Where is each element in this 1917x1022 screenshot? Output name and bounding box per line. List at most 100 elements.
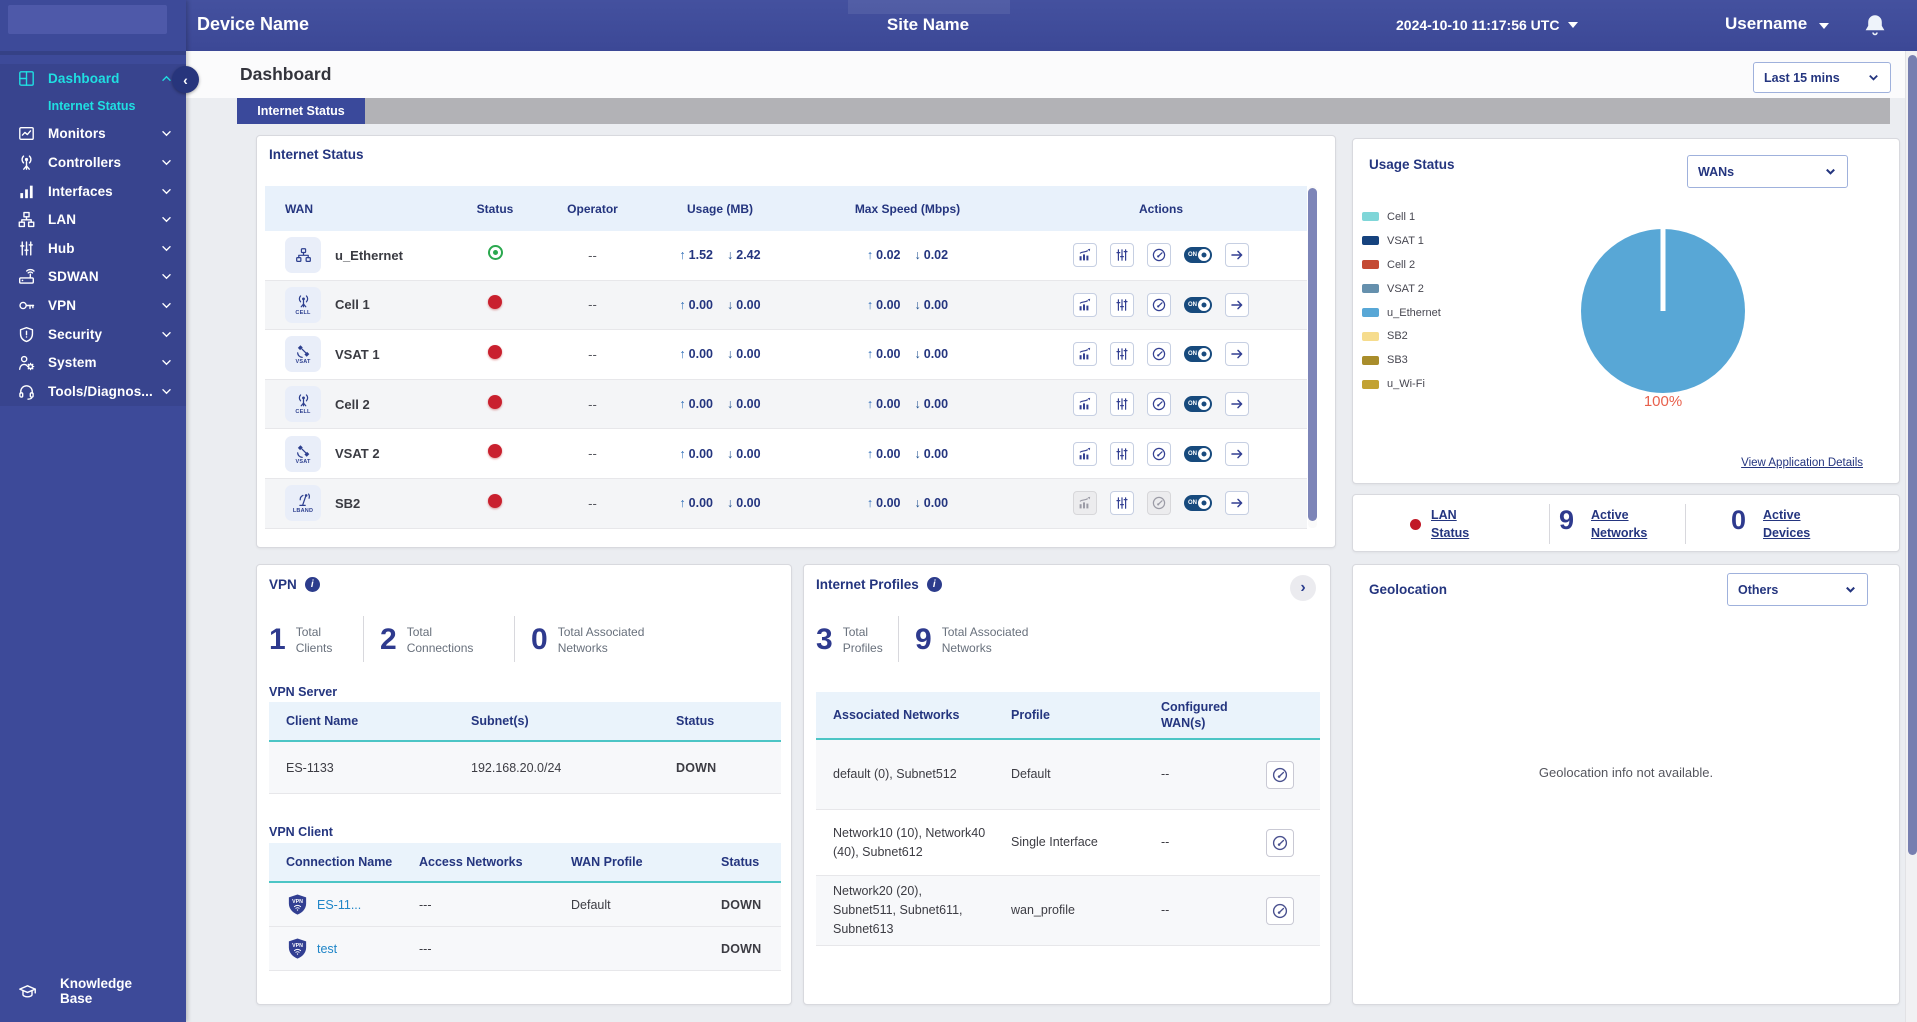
usage-scope-select[interactable]: WANs [1687,155,1848,188]
details-arrow-button[interactable] [1225,441,1249,466]
speed-test-button[interactable] [1147,392,1171,417]
page-scrollbar-thumb[interactable] [1907,55,1917,855]
speed-test-button[interactable] [1266,896,1294,925]
geolocation-scope-select[interactable]: Others [1727,573,1868,606]
usage-chart-button[interactable] [1073,441,1097,466]
speed-test-button[interactable] [1147,292,1171,317]
profile-link[interactable]: Default [994,765,1144,784]
profile-link[interactable]: Single Interface [994,833,1144,852]
usage-chart-button[interactable] [1073,392,1097,417]
expand-panel-button[interactable]: › [1290,575,1316,601]
speed-test-button[interactable] [1147,491,1171,516]
sidebar-item-lan[interactable]: LAN [0,205,186,234]
up-arrow-icon: ↑ [679,297,686,312]
sidebar-item-controllers[interactable]: Controllers [0,148,186,177]
details-arrow-button[interactable] [1225,491,1249,516]
usage-chart-button[interactable] [1073,491,1097,516]
wan-name: VSAT 1 [335,346,380,362]
sidebar-item-vpn[interactable]: VPN [0,291,186,320]
operator-value: -- [588,446,597,462]
speed-test-button[interactable] [1147,441,1171,466]
sidebar-subitem-internet-status[interactable]: Internet Status [0,93,186,120]
configure-button[interactable] [1110,392,1134,417]
lan-status-link[interactable]: LAN Status [1431,506,1469,542]
speed-test-button[interactable] [1266,828,1294,857]
view-application-details-link[interactable]: View Application Details [1741,457,1863,469]
details-arrow-button[interactable] [1225,292,1249,317]
wan-enable-toggle[interactable]: ON [1184,296,1212,313]
wan-enable-toggle[interactable]: ON [1184,346,1212,363]
sidebar-item-security[interactable]: Security [0,320,186,349]
vpn-client-row: VPN test --- DOWN [269,927,781,971]
connection-name-link[interactable]: test [317,942,337,956]
status-down-icon [488,344,502,359]
down-arrow-icon: ↓ [727,297,734,312]
vpn-stats: 1 Total Clients 2 Total Connections 0 To… [269,610,644,668]
associated-networks-value: Network10 (10), Network40 (40), Subnet61… [833,825,986,859]
sidebar-item-dashboard[interactable]: Dashboard [0,64,186,93]
configure-button[interactable] [1110,491,1134,516]
sidebar-item-monitors[interactable]: Monitors [0,120,186,149]
table-scrollbar[interactable] [1308,186,1317,528]
page-title: Dashboard [240,64,332,84]
chevron-down-icon [162,188,171,194]
vpn-client-name-link[interactable]: ES-1133 [269,761,454,775]
page-scrollbar[interactable] [1905,51,1917,1022]
sidebar-item-knowledge-base[interactable]: Knowledge Base [0,976,186,1006]
wan-enable-toggle[interactable]: ON [1184,396,1212,413]
down-arrow-icon: ↓ [914,496,921,511]
notifications-bell-icon[interactable] [1864,13,1886,37]
down-arrow-icon: ↓ [914,347,921,362]
configure-button[interactable] [1110,243,1134,268]
info-icon[interactable]: i [926,577,942,592]
info-icon[interactable]: i [304,577,320,592]
configure-button[interactable] [1110,292,1134,317]
details-arrow-button[interactable] [1225,342,1249,367]
connection-name-link[interactable]: ES-11... [317,898,361,912]
details-arrow-button[interactable] [1225,392,1249,417]
table-scrollbar-thumb[interactable] [1308,188,1317,521]
wan-enable-toggle[interactable]: ON [1184,495,1212,512]
chevron-down-icon [1869,74,1878,81]
timestamp-dropdown[interactable]: 2024-10-10 11:17:56 UTC [1396,17,1579,33]
wan-enable-toggle[interactable]: ON [1184,445,1212,462]
sidebar-item-hub[interactable]: Hub [0,234,186,263]
tab-internet-status[interactable]: Internet Status [237,98,365,124]
configure-button[interactable] [1110,342,1134,367]
column-header: Usage (MB) [686,201,753,216]
knowledge-base-label: Knowledge Base [60,976,133,1006]
profile-link[interactable]: wan_profile [994,901,1144,920]
stat-total-clients: 1 Total Clients [269,623,333,657]
security-icon [18,326,35,343]
active-devices-link[interactable]: Active Devices [1763,506,1810,542]
heading-row: Dashboard Last 15 mins [186,51,1905,98]
tab-bar: Internet Status [237,98,1890,124]
sidebar-item-sdwan[interactable]: SDWAN [0,263,186,292]
wan-enable-toggle[interactable]: ON [1184,247,1212,264]
sidebar-item-system[interactable]: System [0,348,186,377]
time-filter-select[interactable]: Last 15 mins [1753,62,1891,93]
speed-test-button[interactable] [1266,760,1294,789]
usage-chart-button[interactable] [1073,342,1097,367]
toggle-knob [1198,298,1210,311]
details-arrow-button[interactable] [1225,243,1249,268]
usage-chart-button[interactable] [1073,292,1097,317]
usage-status-panel: Usage Status WANs Cell 1 VSAT 1 Cell 2 V… [1352,138,1900,484]
sidebar-divider [0,51,186,55]
active-networks-link[interactable]: Active Networks [1591,506,1647,542]
configure-button[interactable] [1110,441,1134,466]
table-header: Associated Networks Profile Configured WAN… [816,692,1320,740]
profile-row: Network20 (20), Subnet511, Subnet611, Su… [816,876,1320,946]
divider [898,616,899,662]
user-menu[interactable]: Username [1725,14,1830,34]
down-arrow-icon: ↓ [914,297,921,312]
sidebar-item-interfaces[interactable]: Interfaces [0,177,186,206]
legend-swatch [1362,236,1379,246]
usage-chart-button[interactable] [1073,243,1097,268]
up-arrow-icon: ↑ [866,347,874,362]
sidebar-item-tools-diagnos[interactable]: Tools/Diagnos... [0,377,186,406]
speed-test-button[interactable] [1147,342,1171,367]
speed-test-button[interactable] [1147,243,1171,268]
sidebar-collapse-button[interactable]: ‹ [172,66,199,93]
up-arrow-icon: ↑ [679,397,686,412]
